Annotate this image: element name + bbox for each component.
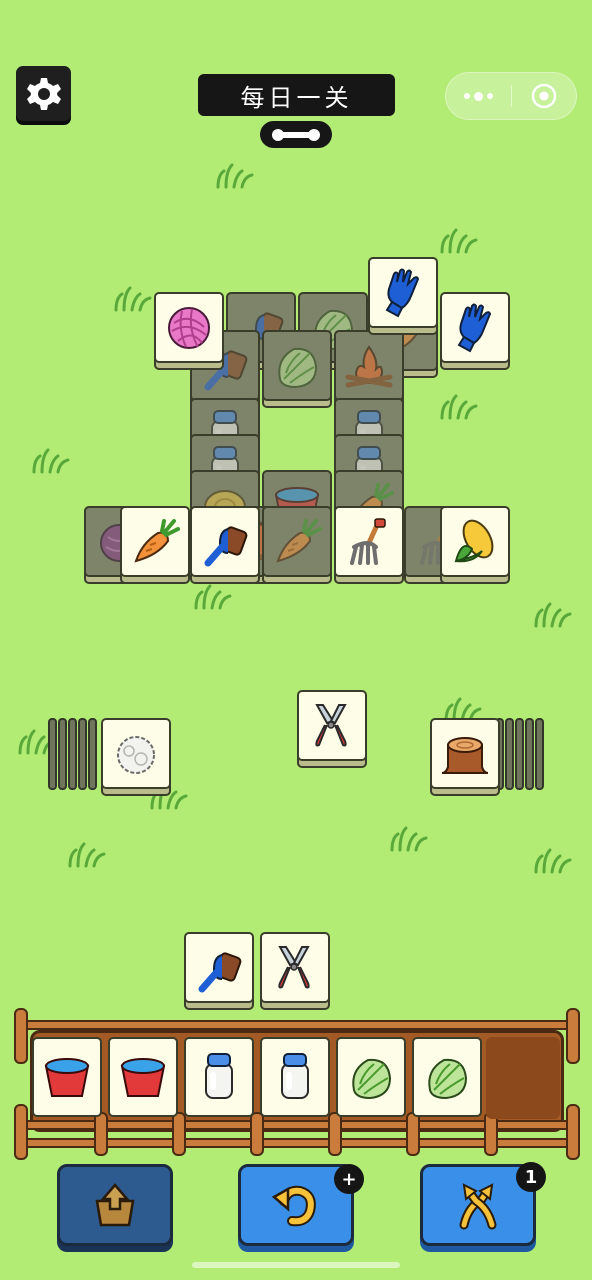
jar-icon [192,1050,246,1104]
settings-button[interactable] [16,66,71,121]
gear-icon [26,77,61,110]
bucket-icon [116,1050,170,1104]
tray-slot [412,1037,482,1119]
grass-tuft [30,448,74,474]
board-tile [262,330,332,408]
grass-tuft [112,286,156,312]
board-tile[interactable] [190,506,260,584]
box-up-icon [95,1183,135,1227]
grass-tuft [438,228,482,254]
level-indicator [260,121,332,148]
campfire-icon [342,339,396,393]
stacked-tile-edge [88,718,97,790]
tray-slot [260,1037,330,1119]
more-dots-icon[interactable] [446,91,511,101]
cabbage-icon [270,339,324,393]
board-tile[interactable] [297,690,367,768]
move-out-button[interactable] [57,1164,173,1246]
grass-tuft [532,602,576,628]
stump-icon [438,727,492,781]
cotton-icon [109,727,163,781]
tray-slot [336,1037,406,1119]
shears-icon [268,941,322,995]
glove-icon [376,266,430,320]
cabbage-icon [420,1050,474,1104]
grass-tuft [388,826,432,852]
grass-tuft [214,163,258,189]
stacked-tile-edge [58,718,67,790]
hand-rake-icon [342,515,396,569]
grass-tuft [532,848,576,874]
right-stack-top-tile[interactable] [430,718,500,796]
grass-tuft [66,842,110,868]
board-tile [262,506,332,584]
jar-icon [268,1050,322,1104]
shears-icon [305,699,359,753]
corn-icon [448,515,502,569]
brush-icon [198,515,252,569]
brush-icon [192,941,246,995]
shuffle-badge: 1 [516,1162,546,1192]
grass-tuft [192,584,236,610]
cabbage-icon [344,1050,398,1104]
stacked-tile-edge [68,718,77,790]
board-tile[interactable] [334,506,404,584]
stacked-tile-edge [505,718,514,790]
board-tile[interactable] [154,292,224,370]
glove-icon [448,301,502,355]
stacked-tile-edge [48,718,57,790]
board-tile[interactable] [368,257,438,335]
tray-slot [184,1037,254,1119]
shuffle-icon [459,1183,497,1230]
board-tile [334,330,404,408]
carrot-icon [270,515,324,569]
carrot-icon [128,515,182,569]
bucket-icon [40,1050,94,1104]
grass-tuft [438,394,482,420]
staging-tile[interactable] [260,932,330,1010]
board-tile[interactable] [440,292,510,370]
tray-slot [108,1037,178,1119]
tray-empty-slot [486,1037,560,1119]
target-icon[interactable] [512,83,577,109]
stacked-tile-edge [515,718,524,790]
stacked-tile-edge [78,718,87,790]
board-tile[interactable] [440,506,510,584]
tray-slot [32,1037,102,1119]
yarn-icon [162,301,216,355]
undo-icon [271,1185,316,1227]
board-tile[interactable] [120,506,190,584]
stacked-tile-edge [525,718,534,790]
bone-icon [272,128,320,141]
left-stack-top-tile[interactable] [101,718,171,796]
undo-badge: + [334,1164,364,1194]
staging-tile[interactable] [184,932,254,1010]
mini-program-capsule [445,72,577,120]
home-indicator[interactable] [192,1262,400,1268]
stacked-tile-edge [535,718,544,790]
page-title: 每日一关 [198,74,395,116]
